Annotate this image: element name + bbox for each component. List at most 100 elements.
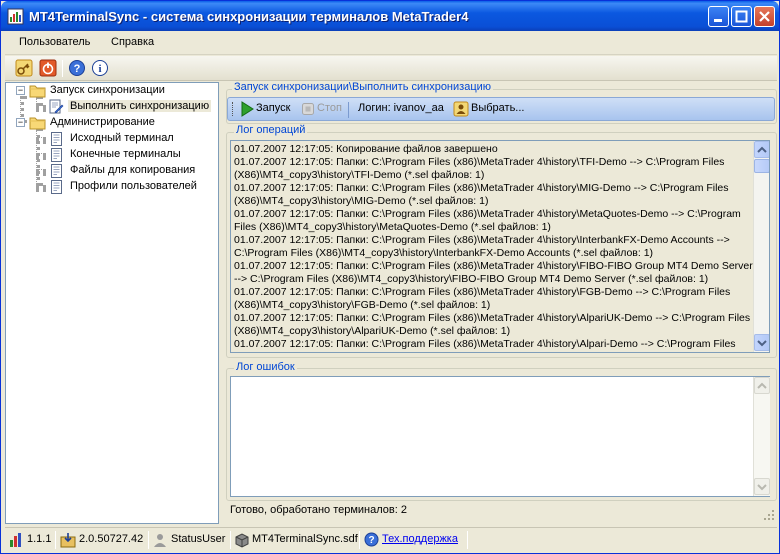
menu-bar: Пользователь Справка [5,31,777,55]
chevron-up-icon [757,382,767,389]
tree-item-run-sync[interactable]: Выполнить синхронизацию [6,99,216,115]
document-icon [51,164,62,178]
framework-label: 2.0.50727.42 [79,533,144,545]
svg-text:?: ? [74,63,81,75]
document-edit-icon [49,99,64,114]
log-line: 01.07.2007 12:17:05: Папки: C:\Program F… [234,338,736,350]
minimize-button[interactable] [708,6,729,27]
tree-item-label: Профили пользователей [70,180,197,192]
toolbar-separator [348,102,349,118]
scroll-down-button[interactable] [754,478,770,495]
status-divider [55,531,56,549]
breadcrumb: Запуск синхронизации\Выполнить синхрониз… [232,81,494,93]
ops-log-scrollbar[interactable] [753,141,769,352]
tree-item-user-profiles[interactable]: Профили пользователей [6,179,216,195]
scroll-down-button[interactable] [754,334,769,351]
sync-toolbar: Запуск Стоп Логин: ivanov_aa Выбрать... [227,97,775,121]
panel-splitter[interactable] [219,82,223,524]
install-icon [60,533,76,548]
resize-grip-icon[interactable] [763,509,775,521]
help-icon[interactable]: ? [68,59,86,77]
tree-item-sync[interactable]: − Запуск синхронизации [6,83,216,99]
folder-icon [29,117,46,130]
navigation-tree: − Запуск синхронизации Выполнить синхрон… [5,82,219,524]
support-link[interactable]: Тех.поддержка [382,531,458,549]
status-divider [467,531,468,549]
document-icon [51,132,62,146]
maximize-icon [735,10,748,23]
choose-button[interactable]: Выбрать... [471,102,524,114]
err-log-title: Лог ошибок [234,361,297,373]
minimize-icon [714,19,722,22]
log-line: 01.07.2007 12:17:05: Копирование файлов … [234,143,498,155]
power-icon[interactable] [39,59,57,77]
tree-item-label: Выполнить синхронизацию [68,100,212,112]
choose-user-icon [453,101,469,117]
log-line: 01.07.2007 12:17:05: Папки: C:\Program F… [234,156,728,181]
menu-help[interactable]: Справка [111,36,154,48]
chevron-up-icon [757,146,767,153]
scroll-up-button[interactable] [754,377,770,394]
chart-icon [10,533,21,547]
log-line: 01.07.2007 12:17:05: Папки: C:\Program F… [234,208,744,233]
app-icon [7,8,24,25]
collapse-icon[interactable]: − [16,118,25,127]
tree-item-copy-files[interactable]: Файлы для копирования [6,163,216,179]
menu-user[interactable]: Пользователь [19,36,90,48]
start-button[interactable]: Запуск [256,102,290,114]
status-divider [230,531,231,549]
main-toolbar: ? i [5,56,777,81]
status-divider [359,531,360,549]
log-line: 01.07.2007 12:17:05: Папки: C:\Program F… [234,286,734,311]
app-window: MT4TerminalSync - система синхронизации … [0,0,780,554]
ops-log-title: Лог операций [234,124,308,136]
play-icon [241,101,254,117]
document-icon [51,180,62,194]
folder-icon [29,85,46,98]
svg-text:i: i [98,63,101,75]
user-label: StatusUser [171,533,226,545]
key-icon[interactable] [15,59,33,77]
close-button[interactable] [754,6,775,27]
log-line: 01.07.2007 12:17:05: Папки: C:\Program F… [234,260,753,285]
login-label: Логин: ivanov_aa [358,102,444,114]
window-title: MT4TerminalSync - система синхронизации … [29,9,469,24]
info-icon[interactable]: i [91,59,109,77]
tree-item-label: Файлы для копирования [70,164,196,176]
toolbar-separator [62,60,63,77]
tree-item-label: Администрирование [50,116,155,128]
tree-item-admin[interactable]: − Администрирование [6,115,216,131]
help-link-icon: ? [364,532,379,547]
scroll-up-button[interactable] [754,141,769,158]
stop-button[interactable]: Стоп [317,102,342,114]
tree-item-label: Исходный терминал [70,132,174,144]
version-label: 1.1.1 [27,533,52,545]
log-line: 01.07.2007 12:17:05: Папки: C:\Program F… [234,312,754,337]
tree-item-target-terminals[interactable]: Конечные терминалы [6,147,216,163]
close-icon [759,11,770,22]
chevron-down-icon [757,340,767,347]
db-file-label: MT4TerminalSync.sdf [252,533,358,545]
collapse-icon[interactable]: − [16,86,25,95]
maximize-button[interactable] [731,6,752,27]
status-bar: 1.1.1 2.0.50727.42 StatusUser MT4Termina… [5,527,777,551]
tree-item-source-terminal[interactable]: Исходный терминал [6,131,216,147]
user-icon [154,534,166,547]
ops-log-lines: 01.07.2007 12:17:05: Копирование файлов … [234,143,754,351]
log-line: 01.07.2007 12:17:05: Папки: C:\Program F… [234,182,732,207]
svg-text:?: ? [368,535,374,546]
toolbar-grip[interactable] [232,102,235,116]
chevron-down-icon [757,484,767,491]
title-bar[interactable]: MT4TerminalSync - система синхронизации … [1,1,779,31]
err-log-scrollbar[interactable] [753,377,770,496]
status-divider [148,531,149,549]
ops-log-area[interactable]: 01.07.2007 12:17:05: Копирование файлов … [230,140,770,353]
document-icon [51,148,62,162]
err-log-area[interactable] [230,376,770,497]
tree-item-label: Запуск синхронизации [50,84,165,96]
database-icon [235,533,249,548]
process-status: Готово, обработано терминалов: 2 [230,504,407,516]
stop-icon [302,103,314,115]
log-line: 01.07.2007 12:17:05: Папки: C:\Program F… [234,234,733,259]
scroll-thumb[interactable] [754,159,769,173]
